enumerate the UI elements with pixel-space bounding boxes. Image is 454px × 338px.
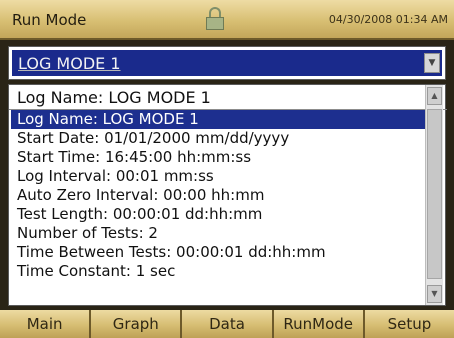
scroll-down-icon[interactable]: ▼ [427, 285, 442, 303]
settings-list-item[interactable]: Log Interval: 00:01 mm:ss [11, 167, 425, 186]
lock-icon [206, 7, 224, 31]
settings-list-item[interactable]: Start Time: 16:45:00 hh:mm:ss [11, 148, 425, 167]
tab-runmode[interactable]: RunMode [273, 310, 365, 338]
tab-setup[interactable]: Setup [364, 310, 454, 338]
settings-list-item[interactable]: Start Date: 01/01/2000 mm/dd/yyyy [11, 129, 425, 148]
log-mode-select[interactable]: LOG MODE 1 ▼ [8, 46, 446, 80]
bottom-tab-bar: Main Graph Data RunMode Setup [0, 310, 454, 338]
dropdown-arrow-icon[interactable]: ▼ [424, 53, 440, 73]
settings-list-item[interactable]: Auto Zero Interval: 00:00 hh:mm [11, 186, 425, 205]
date-time-display: 04/30/2008 01:34 AM [328, 13, 448, 26]
settings-list-item[interactable]: Log Name: LOG MODE 1 [11, 110, 425, 129]
screen-title: Run Mode [12, 11, 87, 29]
settings-scrollbar[interactable]: ▲ ▼ [425, 85, 443, 305]
settings-list-item[interactable]: Time Constant: 1 sec [11, 262, 425, 281]
tab-graph[interactable]: Graph [91, 310, 183, 338]
log-mode-select-field[interactable]: LOG MODE 1 ▼ [12, 50, 442, 76]
settings-list[interactable]: Log Name: LOG MODE 1 Start Date: 01/01/2… [11, 110, 425, 281]
tab-main[interactable]: Main [0, 310, 92, 338]
scrollbar-thumb[interactable] [427, 109, 442, 279]
settings-list-item[interactable]: Number of Tests: 2 [11, 224, 425, 243]
tab-data[interactable]: Data [182, 310, 274, 338]
settings-list-item[interactable]: Time Between Tests: 00:00:01 dd:hh:mm [11, 243, 425, 262]
scroll-up-icon[interactable]: ▲ [427, 87, 442, 105]
header-bar: Run Mode 04/30/2008 01:34 AM [0, 0, 454, 40]
settings-list-item[interactable]: Test Length: 00:00:01 dd:hh:mm [11, 205, 425, 224]
run-mode-screen: Run Mode 04/30/2008 01:34 AM LOG MODE 1 … [0, 0, 454, 338]
log-mode-select-value: LOG MODE 1 [18, 54, 121, 73]
log-settings-panel: Log Name: LOG MODE 1 Log Name: LOG MODE … [8, 84, 447, 306]
log-name-field[interactable]: Log Name: LOG MODE 1 [11, 87, 425, 109]
